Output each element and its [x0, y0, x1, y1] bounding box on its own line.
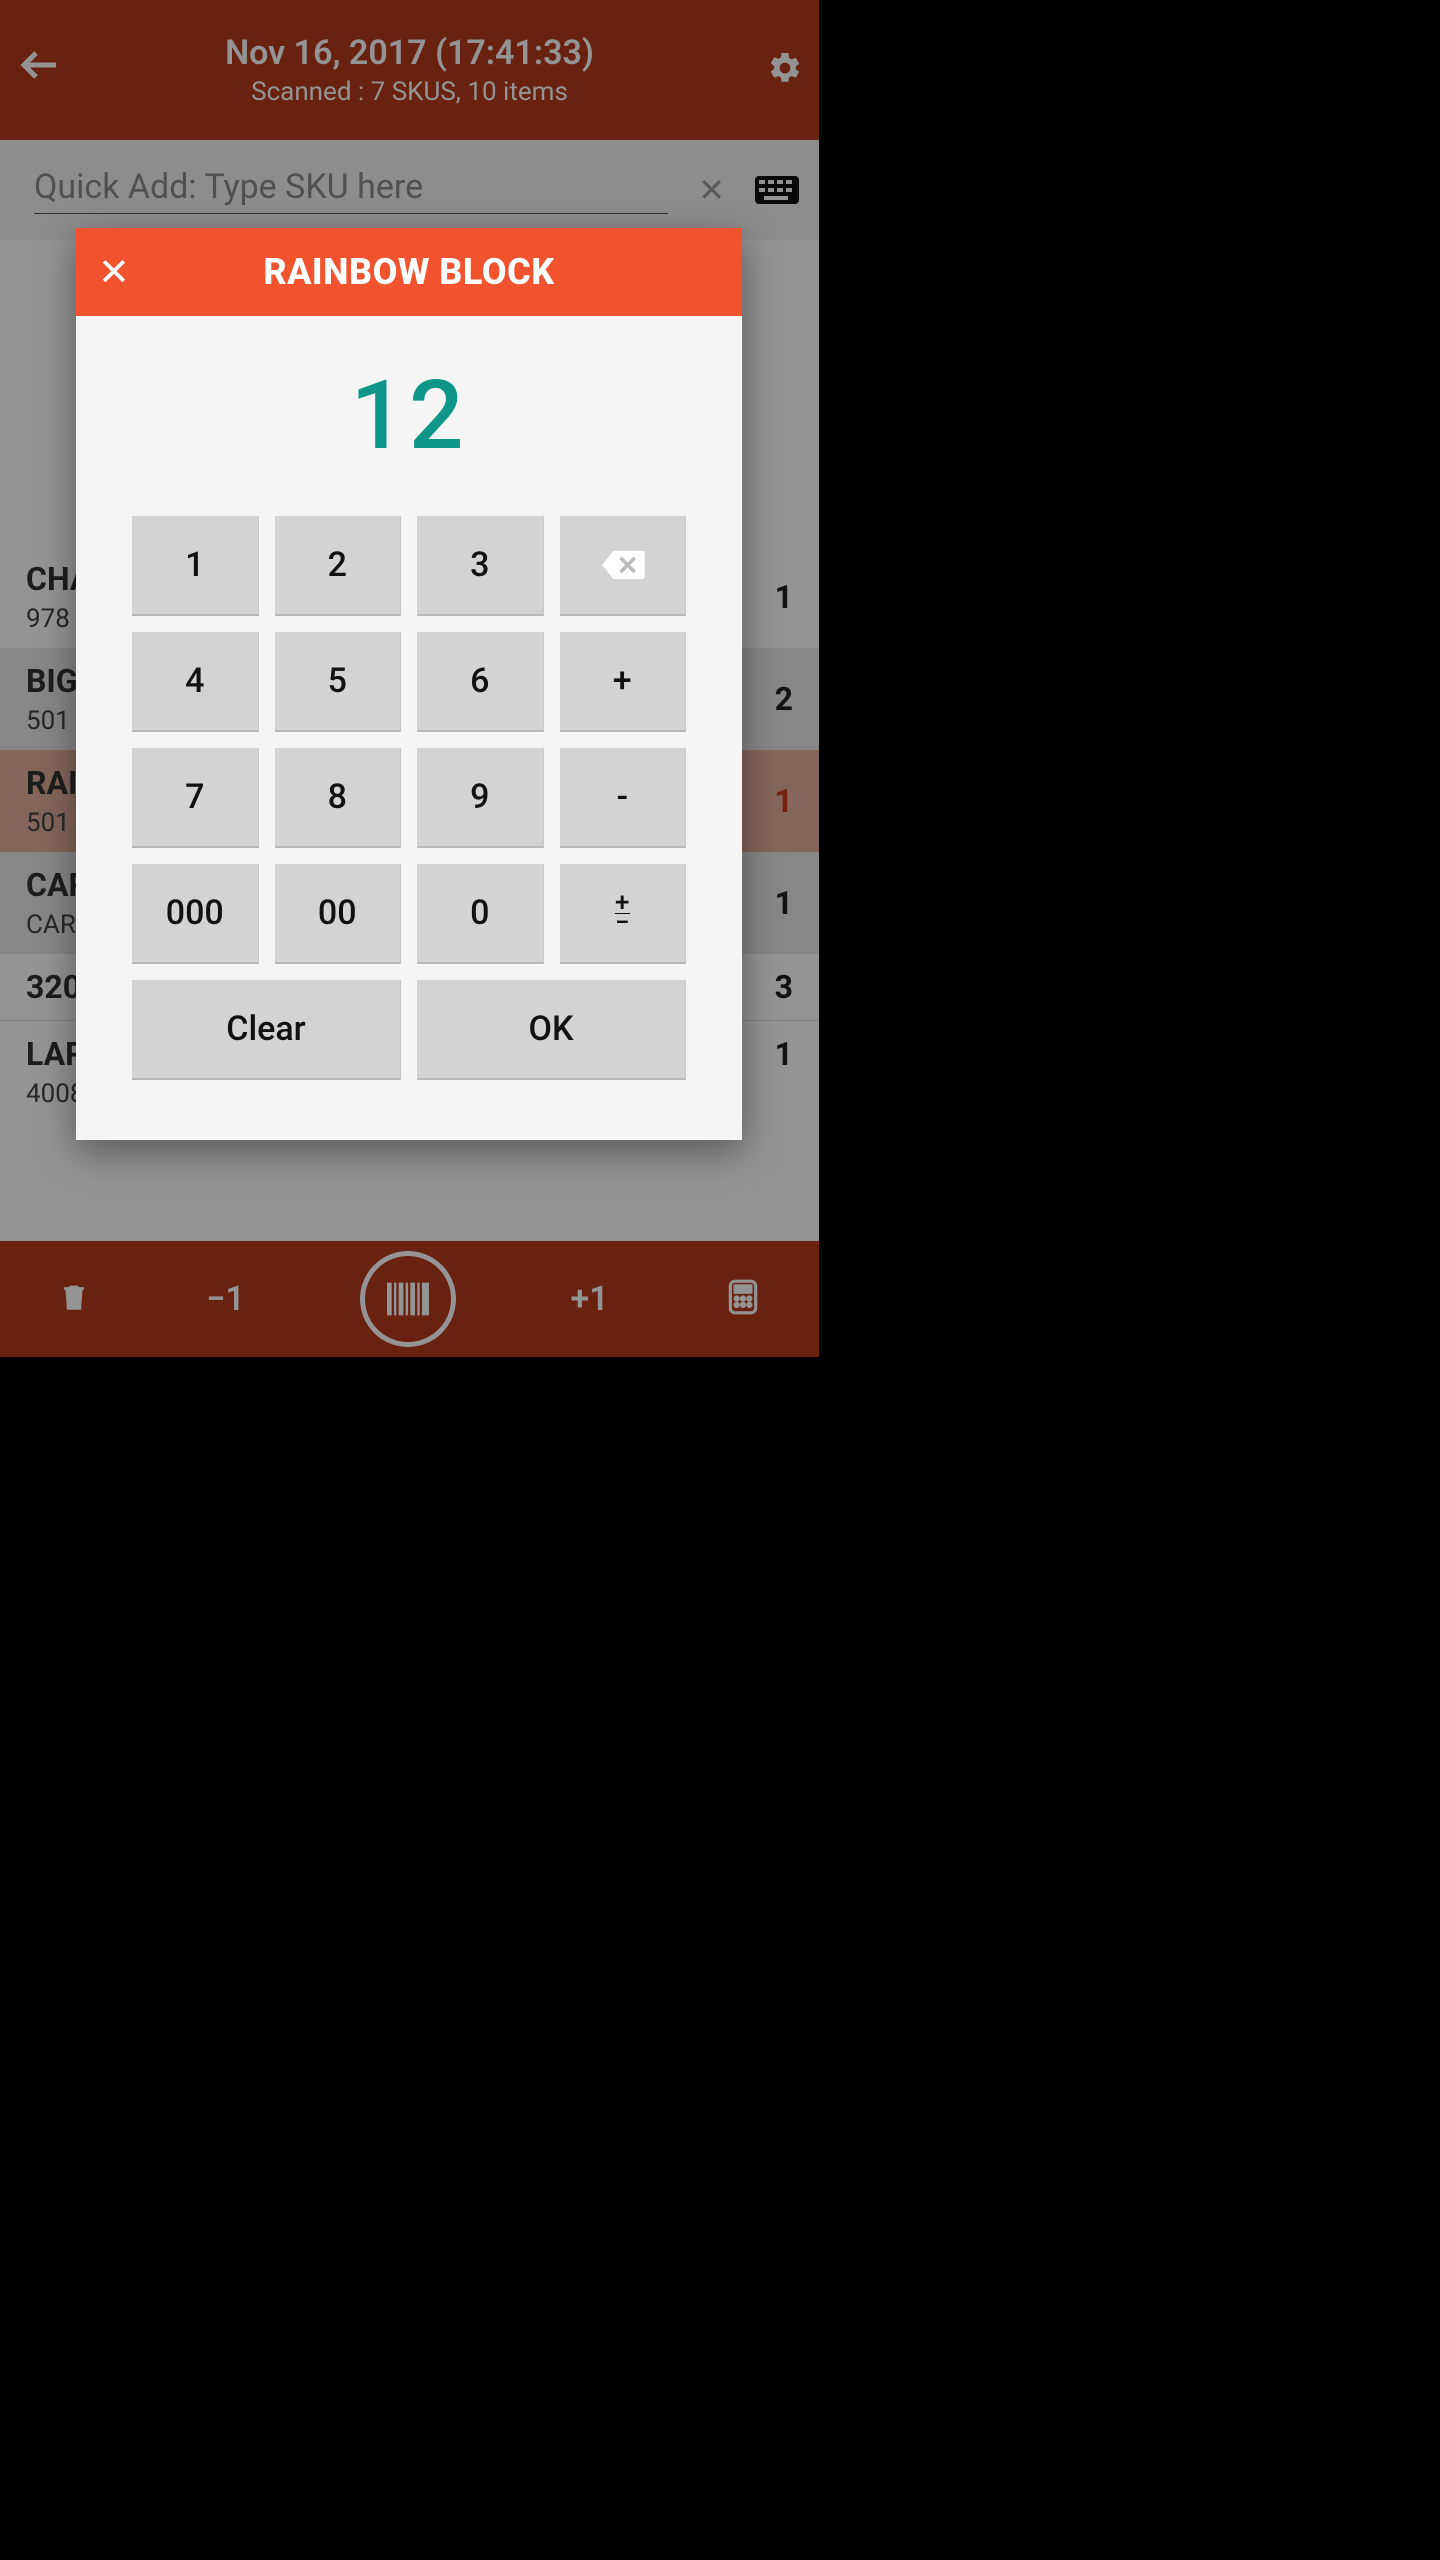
close-icon[interactable]: ✕: [98, 250, 130, 295]
key-1[interactable]: 1: [132, 516, 259, 616]
key-00[interactable]: 00: [275, 864, 402, 964]
quick-add-bar: Quick Add: Type SKU here ✕: [0, 140, 819, 240]
header-subtitle: Scanned : 7 SKUS, 10 items: [64, 77, 755, 107]
item-qty: 1: [749, 782, 793, 820]
key-8[interactable]: 8: [275, 748, 402, 848]
calculator-icon[interactable]: [724, 1272, 762, 1326]
key-9[interactable]: 9: [417, 748, 544, 848]
quantity-display: 12: [76, 316, 742, 516]
key-plus[interactable]: +: [560, 632, 687, 732]
key-0[interactable]: 0: [417, 864, 544, 964]
item-qty: 2: [749, 680, 793, 718]
key-6[interactable]: 6: [417, 632, 544, 732]
clear-input-icon[interactable]: ✕: [698, 171, 725, 209]
settings-icon[interactable]: [755, 50, 803, 90]
key-plusminus[interactable]: +−: [560, 864, 687, 964]
decrement-button[interactable]: −1: [206, 1279, 244, 1319]
quantity-value: 12: [350, 360, 467, 472]
app-header: Nov 16, 2017 (17:41:33) Scanned : 7 SKUS…: [0, 0, 819, 140]
backspace-icon: [598, 548, 646, 582]
item-qty: 1: [749, 1035, 793, 1073]
key-7[interactable]: 7: [132, 748, 259, 848]
nav-bar-blackout: [0, 1357, 819, 1456]
modal-header: ✕ RAINBOW BLOCK: [76, 228, 742, 316]
increment-button[interactable]: +1: [571, 1279, 609, 1319]
key-000[interactable]: 000: [132, 864, 259, 964]
key-2[interactable]: 2: [275, 516, 402, 616]
quantity-modal: ✕ RAINBOW BLOCK 12 1 2 3 4 5 6 + 7: [76, 228, 742, 1140]
item-qty: 3: [749, 968, 793, 1006]
key-3[interactable]: 3: [417, 516, 544, 616]
bottom-toolbar: −1 +1: [0, 1241, 819, 1357]
numeric-keypad: 1 2 3 4 5 6 + 7 8 9 - 000 00: [76, 516, 742, 1140]
item-qty: 1: [749, 578, 793, 616]
key-minus[interactable]: -: [560, 748, 687, 848]
item-qty: 1: [749, 884, 793, 922]
quick-add-input[interactable]: Quick Add: Type SKU here: [34, 167, 668, 214]
key-5[interactable]: 5: [275, 632, 402, 732]
delete-icon[interactable]: [57, 1276, 91, 1322]
keyboard-icon[interactable]: [755, 176, 799, 204]
modal-title: RAINBOW BLOCK: [76, 251, 742, 293]
back-arrow-icon[interactable]: [16, 41, 64, 99]
key-4[interactable]: 4: [132, 632, 259, 732]
clear-button[interactable]: Clear: [132, 980, 401, 1080]
header-title: Nov 16, 2017 (17:41:33): [64, 33, 755, 73]
ok-button[interactable]: OK: [417, 980, 686, 1080]
scan-barcode-button[interactable]: [360, 1251, 456, 1347]
backspace-key[interactable]: [560, 516, 687, 616]
